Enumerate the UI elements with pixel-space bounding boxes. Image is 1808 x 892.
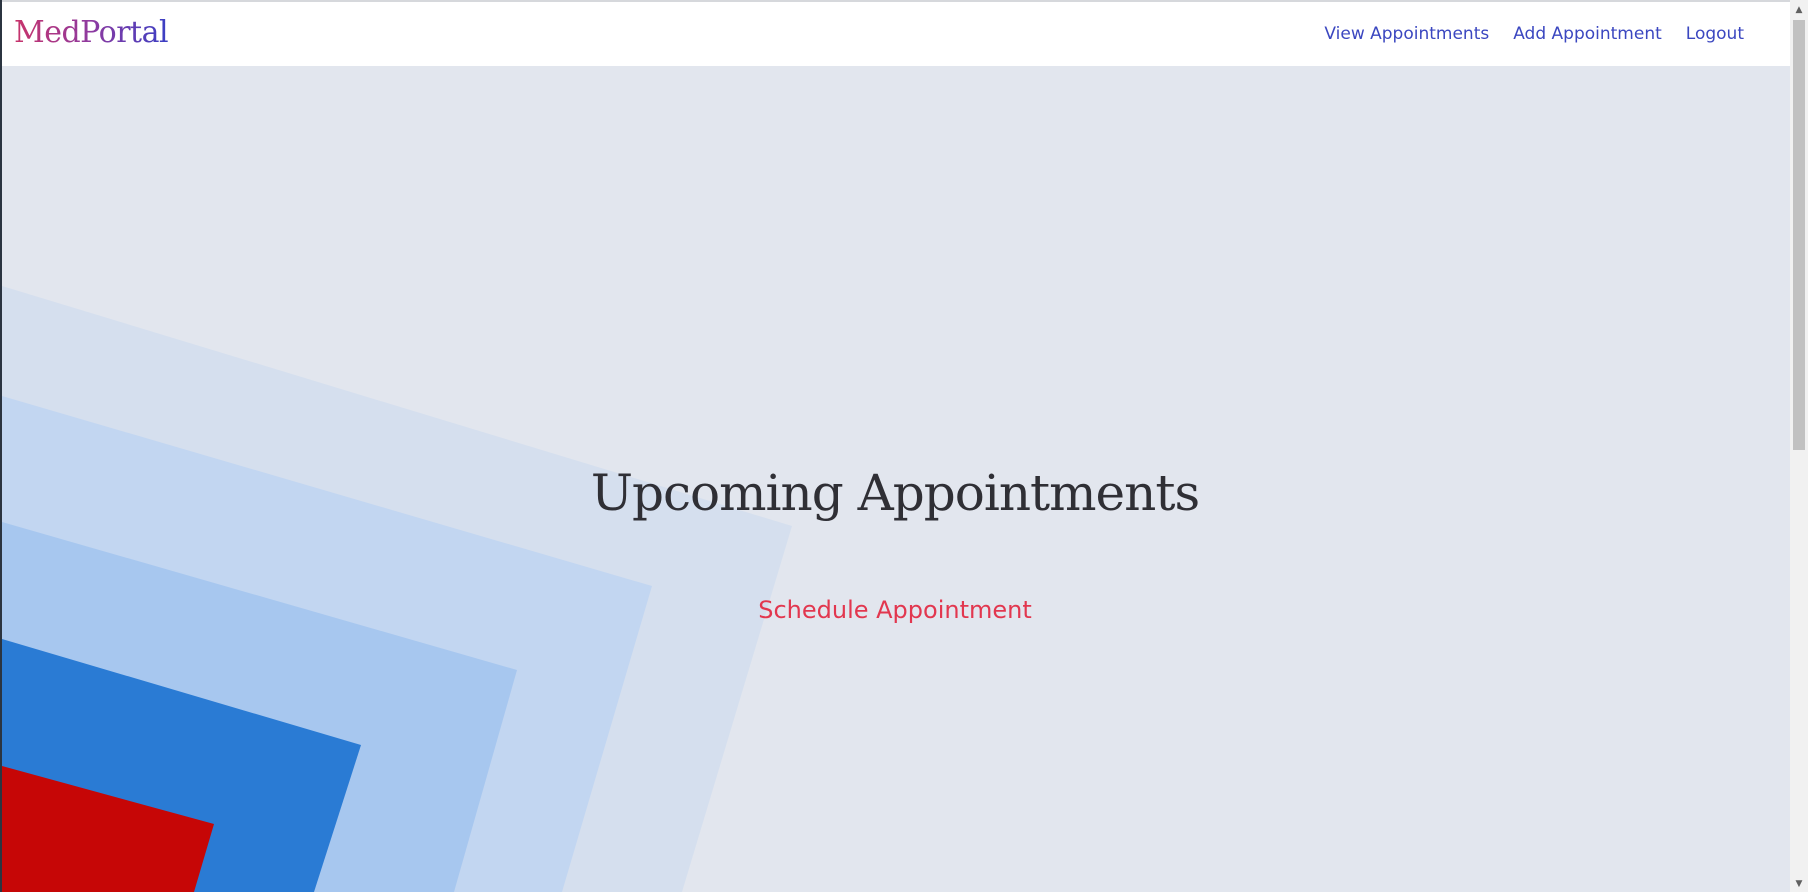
top-navbar: MedPortal View Appointments Add Appointm…	[2, 2, 1790, 66]
brand-logo[interactable]: MedPortal	[14, 16, 169, 49]
main-nav: View Appointments Add Appointment Logout	[1324, 24, 1744, 44]
vertical-scrollbar[interactable]: ▲ ▼	[1790, 0, 1808, 892]
nav-view-appointments[interactable]: View Appointments	[1324, 24, 1489, 44]
scroll-down-arrow-icon[interactable]: ▼	[1790, 876, 1808, 892]
schedule-appointment-link[interactable]: Schedule Appointment	[758, 596, 1032, 624]
page-title: Upcoming Appointments	[590, 464, 1200, 522]
nav-add-appointment[interactable]: Add Appointment	[1513, 24, 1662, 44]
schedule-link-wrapper: Schedule Appointment	[0, 596, 1790, 624]
page-viewport: Upcoming Appointments Schedule Appointme…	[0, 0, 1790, 892]
nav-logout[interactable]: Logout	[1686, 24, 1744, 44]
scroll-up-arrow-icon[interactable]: ▲	[1790, 2, 1808, 18]
scrollbar-thumb[interactable]	[1793, 20, 1805, 450]
